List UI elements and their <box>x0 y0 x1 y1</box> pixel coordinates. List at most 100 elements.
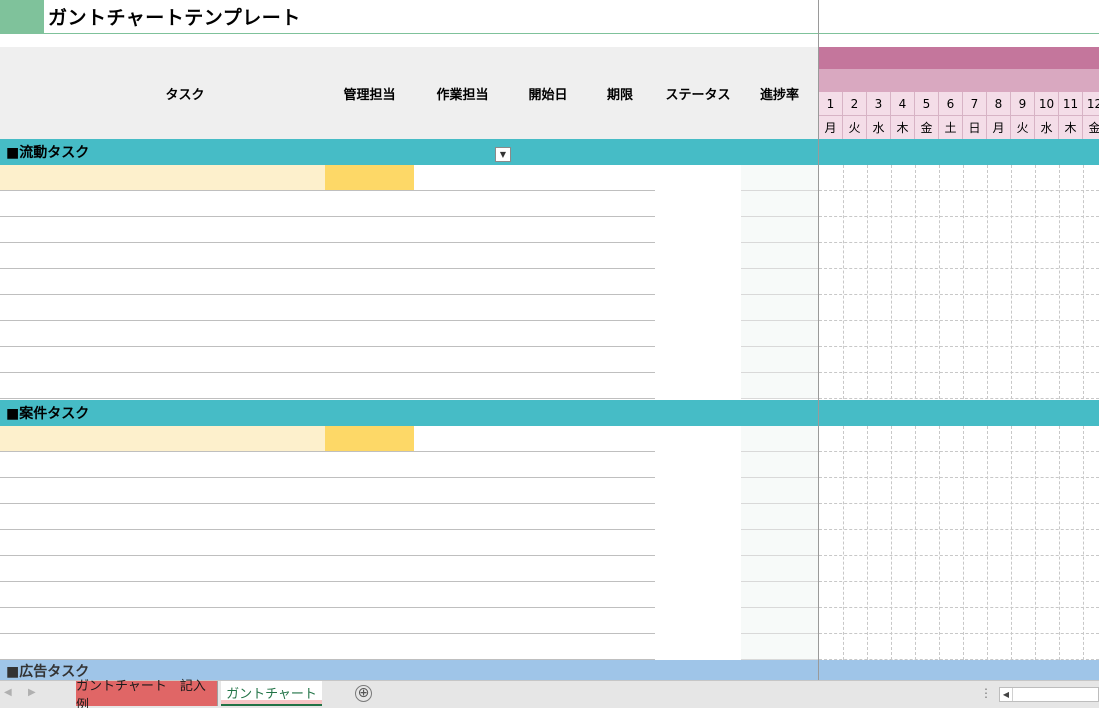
gantt-gridline <box>963 165 964 399</box>
title-accent-cell <box>0 0 44 34</box>
table-row[interactable] <box>0 347 818 373</box>
gantt-gridline <box>819 607 1099 608</box>
sheet-tab-example[interactable]: ガントチャート 記入例 <box>76 679 218 708</box>
gantt-gridline <box>819 555 1099 556</box>
gantt-gridline <box>867 426 868 660</box>
gantt-gridline <box>819 216 1099 217</box>
gantt-gridline <box>1083 426 1084 660</box>
gantt-gridline <box>819 294 1099 295</box>
more-options-icon[interactable]: ⋮ <box>980 686 992 700</box>
header-manager[interactable]: 管理担当 <box>325 47 414 139</box>
sheet-title[interactable]: ガントチャートテンプレート <box>48 3 301 30</box>
table-row[interactable] <box>0 582 818 608</box>
gantt-gridline <box>939 165 940 399</box>
calendar-weekday[interactable]: 金 <box>915 116 939 140</box>
header-status[interactable]: ステータス <box>655 47 741 139</box>
filter-dropdown-button[interactable]: ▼ <box>495 147 511 162</box>
calendar-day-number[interactable]: 7 <box>963 92 987 116</box>
gantt-gridline <box>819 398 1099 399</box>
manager-input-cell[interactable] <box>325 426 414 452</box>
table-row[interactable] <box>0 426 818 452</box>
task-input-cell[interactable] <box>0 165 325 191</box>
gantt-gridline <box>915 426 916 660</box>
calendar-weekday[interactable]: 日 <box>963 116 987 140</box>
table-row[interactable] <box>0 269 818 295</box>
calendar-day-number[interactable]: 3 <box>867 92 891 116</box>
table-row[interactable] <box>0 452 818 478</box>
scroll-left-icon[interactable]: ◀ <box>1000 688 1013 701</box>
table-row[interactable] <box>0 608 818 634</box>
prev-sheet-icon[interactable]: ◀ <box>4 687 12 698</box>
gantt-grid[interactable] <box>819 165 1099 399</box>
manager-input-cell[interactable] <box>325 165 414 191</box>
calendar-day-number[interactable]: 2 <box>843 92 867 116</box>
gantt-gridline <box>987 426 988 660</box>
sheet-tab-gantt[interactable]: ガントチャート <box>221 681 322 706</box>
gantt-gridline <box>819 346 1099 347</box>
table-row[interactable] <box>0 191 818 217</box>
table-row[interactable] <box>0 373 818 399</box>
table-row[interactable] <box>0 295 818 321</box>
gantt-gridline <box>819 242 1099 243</box>
calendar-day-number[interactable]: 12 <box>1083 92 1099 116</box>
row-divider <box>0 398 655 399</box>
calendar-weekday[interactable]: 木 <box>1059 116 1083 140</box>
section-bar-ryudo[interactable]: ■流動タスク ▼ <box>0 139 1099 165</box>
table-row[interactable] <box>0 634 818 660</box>
gantt-gridline <box>1083 165 1084 399</box>
calendar-weekday[interactable]: 火 <box>1011 116 1035 140</box>
gantt-gridline <box>819 451 1099 452</box>
table-row[interactable] <box>0 165 818 191</box>
table-row[interactable] <box>0 321 818 347</box>
header-worker[interactable]: 作業担当 <box>414 47 511 139</box>
header-task[interactable]: タスク <box>0 47 370 139</box>
section-label: ■案件タスク <box>6 406 90 422</box>
calendar-weekday[interactable]: 火 <box>843 116 867 140</box>
header-start-date[interactable]: 開始日 <box>511 47 585 139</box>
gantt-grid[interactable] <box>819 426 1099 660</box>
gantt-gridline <box>819 503 1099 504</box>
header-deadline[interactable]: 期限 <box>585 47 655 139</box>
add-sheet-icon[interactable]: ⊕ <box>355 685 372 702</box>
gantt-gridline <box>819 190 1099 191</box>
calendar-day-number[interactable]: 11 <box>1059 92 1083 116</box>
calendar-weekday[interactable]: 水 <box>1035 116 1059 140</box>
gantt-gridline <box>1059 426 1060 660</box>
next-sheet-icon[interactable]: ▶ <box>28 687 36 698</box>
table-row[interactable] <box>0 504 818 530</box>
gantt-gridline <box>819 320 1099 321</box>
gantt-gridline <box>819 372 1099 373</box>
calendar-weekday[interactable]: 土 <box>939 116 963 140</box>
calendar-weekday[interactable]: 金 <box>1083 116 1099 140</box>
table-row[interactable] <box>0 243 818 269</box>
table-row[interactable] <box>0 217 818 243</box>
calendar-weekday[interactable]: 木 <box>891 116 915 140</box>
calendar-day-number[interactable]: 4 <box>891 92 915 116</box>
calendar-day-number[interactable]: 5 <box>915 92 939 116</box>
section-bar-anken[interactable]: ■案件タスク <box>0 400 1099 426</box>
table-row[interactable] <box>0 556 818 582</box>
chevron-down-icon: ▼ <box>499 150 507 159</box>
calendar-day-number[interactable]: 10 <box>1035 92 1059 116</box>
table-row[interactable] <box>0 478 818 504</box>
gantt-gridline <box>891 165 892 399</box>
spreadsheet-window: ガントチャートテンプレート タスク 管理担当 作業担当 開始日 期限 ステータス… <box>0 0 1099 708</box>
table-row[interactable] <box>0 530 818 556</box>
gantt-gridline <box>843 165 844 399</box>
calendar-weekday[interactable]: 月 <box>987 116 1011 140</box>
calendar-day-number[interactable]: 9 <box>1011 92 1035 116</box>
calendar-day-number[interactable]: 8 <box>987 92 1011 116</box>
calendar-week-band <box>819 69 1099 92</box>
calendar-weekday[interactable]: 月 <box>819 116 843 140</box>
gantt-gridline <box>819 529 1099 530</box>
calendar-day-number[interactable]: 1 <box>819 92 843 116</box>
calendar-weekday[interactable]: 水 <box>867 116 891 140</box>
horizontal-scrollbar[interactable]: ◀ <box>999 687 1099 702</box>
calendar-day-number[interactable]: 6 <box>939 92 963 116</box>
task-input-cell[interactable] <box>0 426 325 452</box>
gantt-gridline <box>987 165 988 399</box>
gantt-gridline <box>915 165 916 399</box>
gantt-gridline <box>819 268 1099 269</box>
gantt-gridline <box>891 426 892 660</box>
header-progress[interactable]: 進捗率 <box>741 47 818 139</box>
